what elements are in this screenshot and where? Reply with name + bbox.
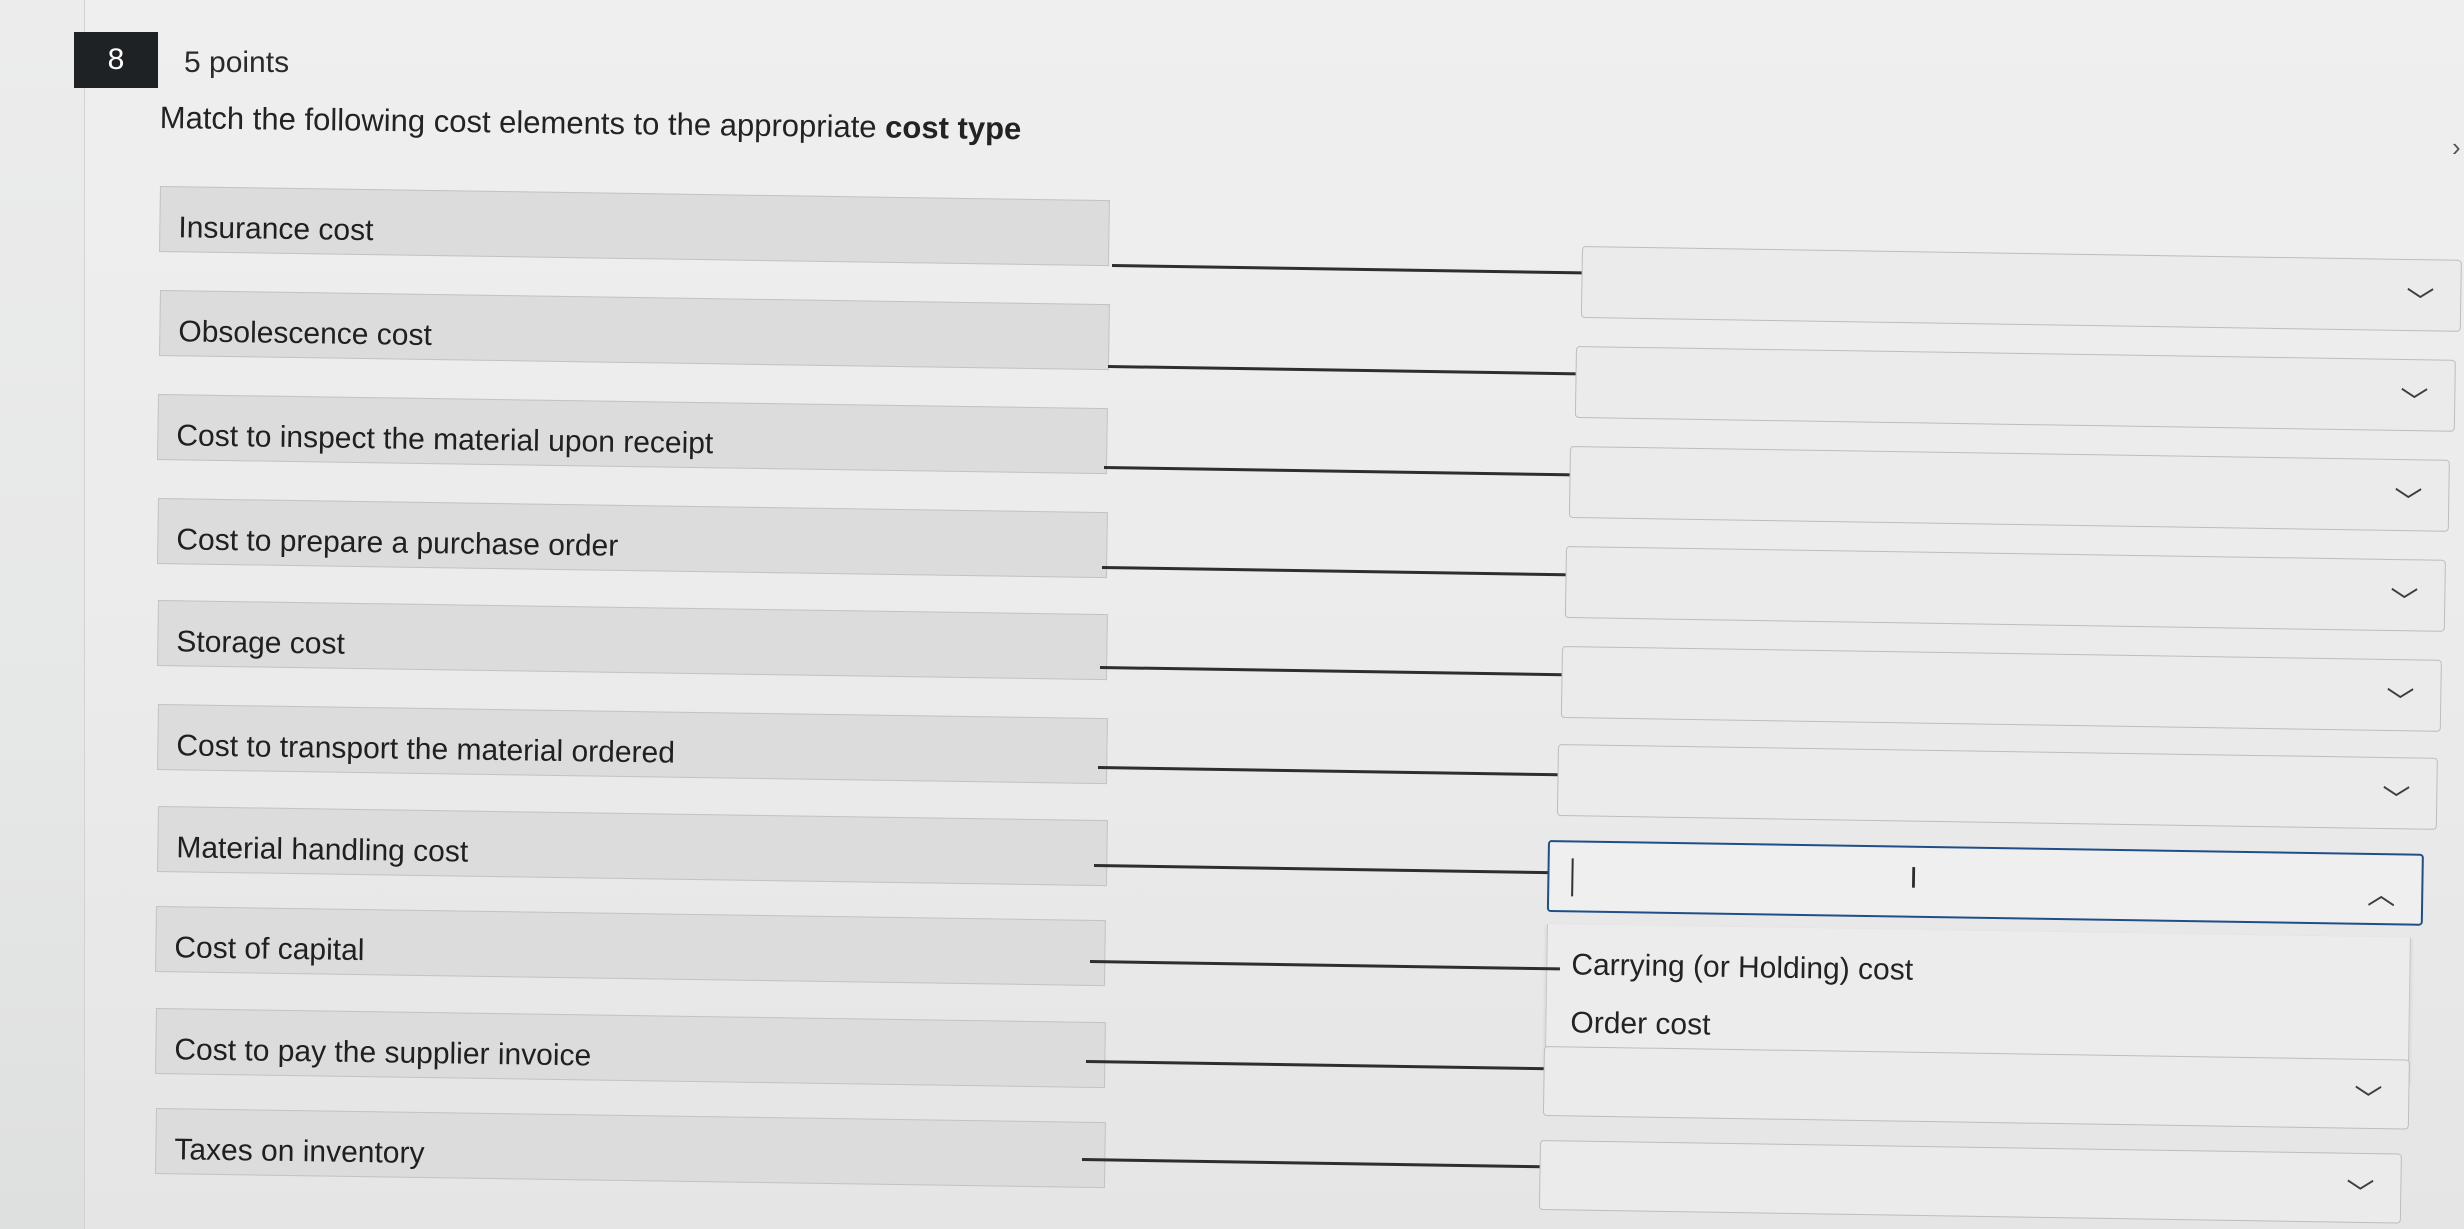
cost-type-select-10[interactable]: ﹀ — [1538, 1140, 2402, 1224]
match-term-transport-material: Cost to transport the material ordered — [157, 704, 1108, 785]
cost-type-select-4[interactable]: ﹀ — [1564, 546, 2446, 632]
dropdown-option-carrying-cost[interactable]: Carrying (or Holding) cost — [1571, 948, 1913, 987]
chevron-down-icon: ﹀ — [2385, 685, 2415, 718]
question-number: 8 — [74, 32, 158, 88]
cost-type-select-2[interactable]: ﹀ — [1574, 346, 2456, 432]
cost-type-select-9[interactable]: ﹀ — [1542, 1046, 2410, 1130]
match-term-obsolescence-cost: Obsolescence cost — [159, 290, 1110, 371]
cost-type-select-3[interactable]: ﹀ — [1568, 446, 2450, 532]
cost-type-select-5[interactable]: ﹀ — [1560, 646, 2442, 732]
cost-type-select-6[interactable]: ﹀ — [1556, 744, 2438, 830]
text-caret — [1571, 858, 1574, 897]
prompt-bold-text: cost type — [884, 109, 1022, 147]
match-term-cost-of-capital: Cost of capital — [155, 906, 1106, 987]
question-number-text: 8 — [107, 43, 125, 76]
match-term-prepare-purchase-order: Cost to prepare a purchase order — [157, 498, 1108, 579]
chevron-down-icon: ﹀ — [2354, 1083, 2383, 1116]
cost-type-select-7[interactable]: I ︿ — [1546, 840, 2424, 926]
match-term-storage-cost: Storage cost — [157, 600, 1108, 681]
chevron-down-icon: ﹀ — [2399, 385, 2429, 418]
match-term-inspect-material: Cost to inspect the material upon receip… — [157, 394, 1108, 475]
match-term-material-handling: Material handling cost — [157, 806, 1108, 887]
chevron-down-icon: ﹀ — [2346, 1177, 2375, 1210]
chevron-down-icon: ﹀ — [2389, 585, 2419, 618]
chevron-down-icon: ﹀ — [2393, 485, 2423, 518]
chevron-down-icon: ﹀ — [2405, 285, 2435, 318]
match-term-pay-supplier-invoice: Cost to pay the supplier invoice — [155, 1008, 1106, 1089]
cost-type-select-1[interactable]: ﹀ — [1580, 246, 2462, 332]
question-points: 5 points — [184, 46, 290, 79]
match-term-taxes-on-inventory: Taxes on inventory — [155, 1108, 1106, 1189]
i-beam-cursor-icon: I — [1909, 861, 1919, 895]
page: 8 5 points Match the following cost elem… — [0, 0, 2464, 1229]
match-term-insurance-cost: Insurance cost — [159, 186, 1110, 267]
chevron-right-icon: › — [2452, 132, 2461, 162]
chevron-up-icon: ︿ — [2366, 878, 2396, 911]
chevron-down-icon: ﹀ — [2381, 783, 2411, 816]
dropdown-option-order-cost[interactable]: Order cost — [1570, 1006, 1711, 1042]
